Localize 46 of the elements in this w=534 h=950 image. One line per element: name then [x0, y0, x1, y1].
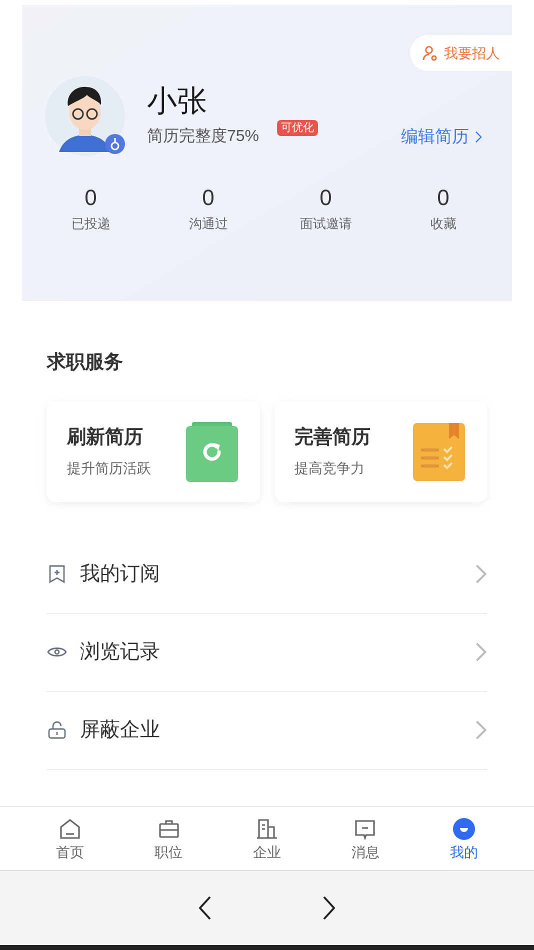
bookmark-icon: [47, 564, 67, 584]
user-name: 小张: [147, 84, 208, 120]
stat-value: 0: [202, 184, 214, 212]
tab-item[interactable]: 消息: [316, 807, 415, 870]
tab-item[interactable]: 我的: [414, 807, 513, 870]
lock-icon: [47, 720, 67, 740]
tab-item[interactable]: 职位: [119, 807, 218, 870]
stat-value: 0: [320, 184, 332, 212]
smile-icon: [452, 816, 476, 840]
service-subtitle: 提升简历活跃: [67, 459, 151, 478]
stat-value: 0: [84, 184, 97, 212]
menu-item[interactable]: 屏蔽企业: [47, 692, 487, 770]
gender-icon: [105, 134, 125, 154]
home-icon: [58, 816, 82, 840]
chevron-right-icon: [475, 720, 487, 740]
tab-item[interactable]: 首页: [21, 807, 120, 870]
chevron-right-icon: [475, 564, 487, 584]
stat-label: 面试邀请: [300, 215, 352, 233]
recruit-button[interactable]: 我要招人: [410, 35, 512, 71]
chevron-right-icon: [475, 131, 482, 143]
person-icon: [422, 45, 438, 61]
section-title: 求职服务: [47, 351, 124, 375]
forward-icon: [323, 896, 335, 920]
completeness-text: 简历完整度75%: [147, 126, 260, 147]
menu-label: 浏览记录: [80, 640, 160, 665]
menu-label: 屏蔽企业: [80, 718, 160, 743]
stat-label: 沟通过: [188, 215, 228, 233]
service-card[interactable]: 完善简历 提高竞争力: [274, 402, 487, 502]
refresh-icon: [186, 422, 238, 482]
menu-item[interactable]: 浏览记录: [47, 614, 487, 692]
service-title: 完善简历: [294, 425, 370, 450]
menu-label: 我的订阅: [80, 562, 160, 587]
edit-resume-link[interactable]: 编辑简历: [401, 124, 482, 150]
service-subtitle: 提高竞争力: [294, 459, 366, 478]
tab-item[interactable]: 企业: [218, 807, 316, 870]
menu-item[interactable]: 我的订阅: [47, 536, 487, 614]
service-title: 刷新简历: [67, 426, 144, 450]
optimize-tag: 可优化: [277, 120, 318, 136]
stat-label: 已投递: [71, 215, 110, 233]
back-icon: [199, 896, 211, 920]
checklist-icon: [413, 422, 465, 480]
building-icon: [254, 816, 279, 840]
chevron-right-icon: [475, 642, 487, 662]
service-card[interactable]: 刷新简历 提升简历活跃: [47, 402, 260, 502]
stat-value: 0: [437, 184, 450, 212]
stat-label: 收藏: [430, 215, 456, 233]
